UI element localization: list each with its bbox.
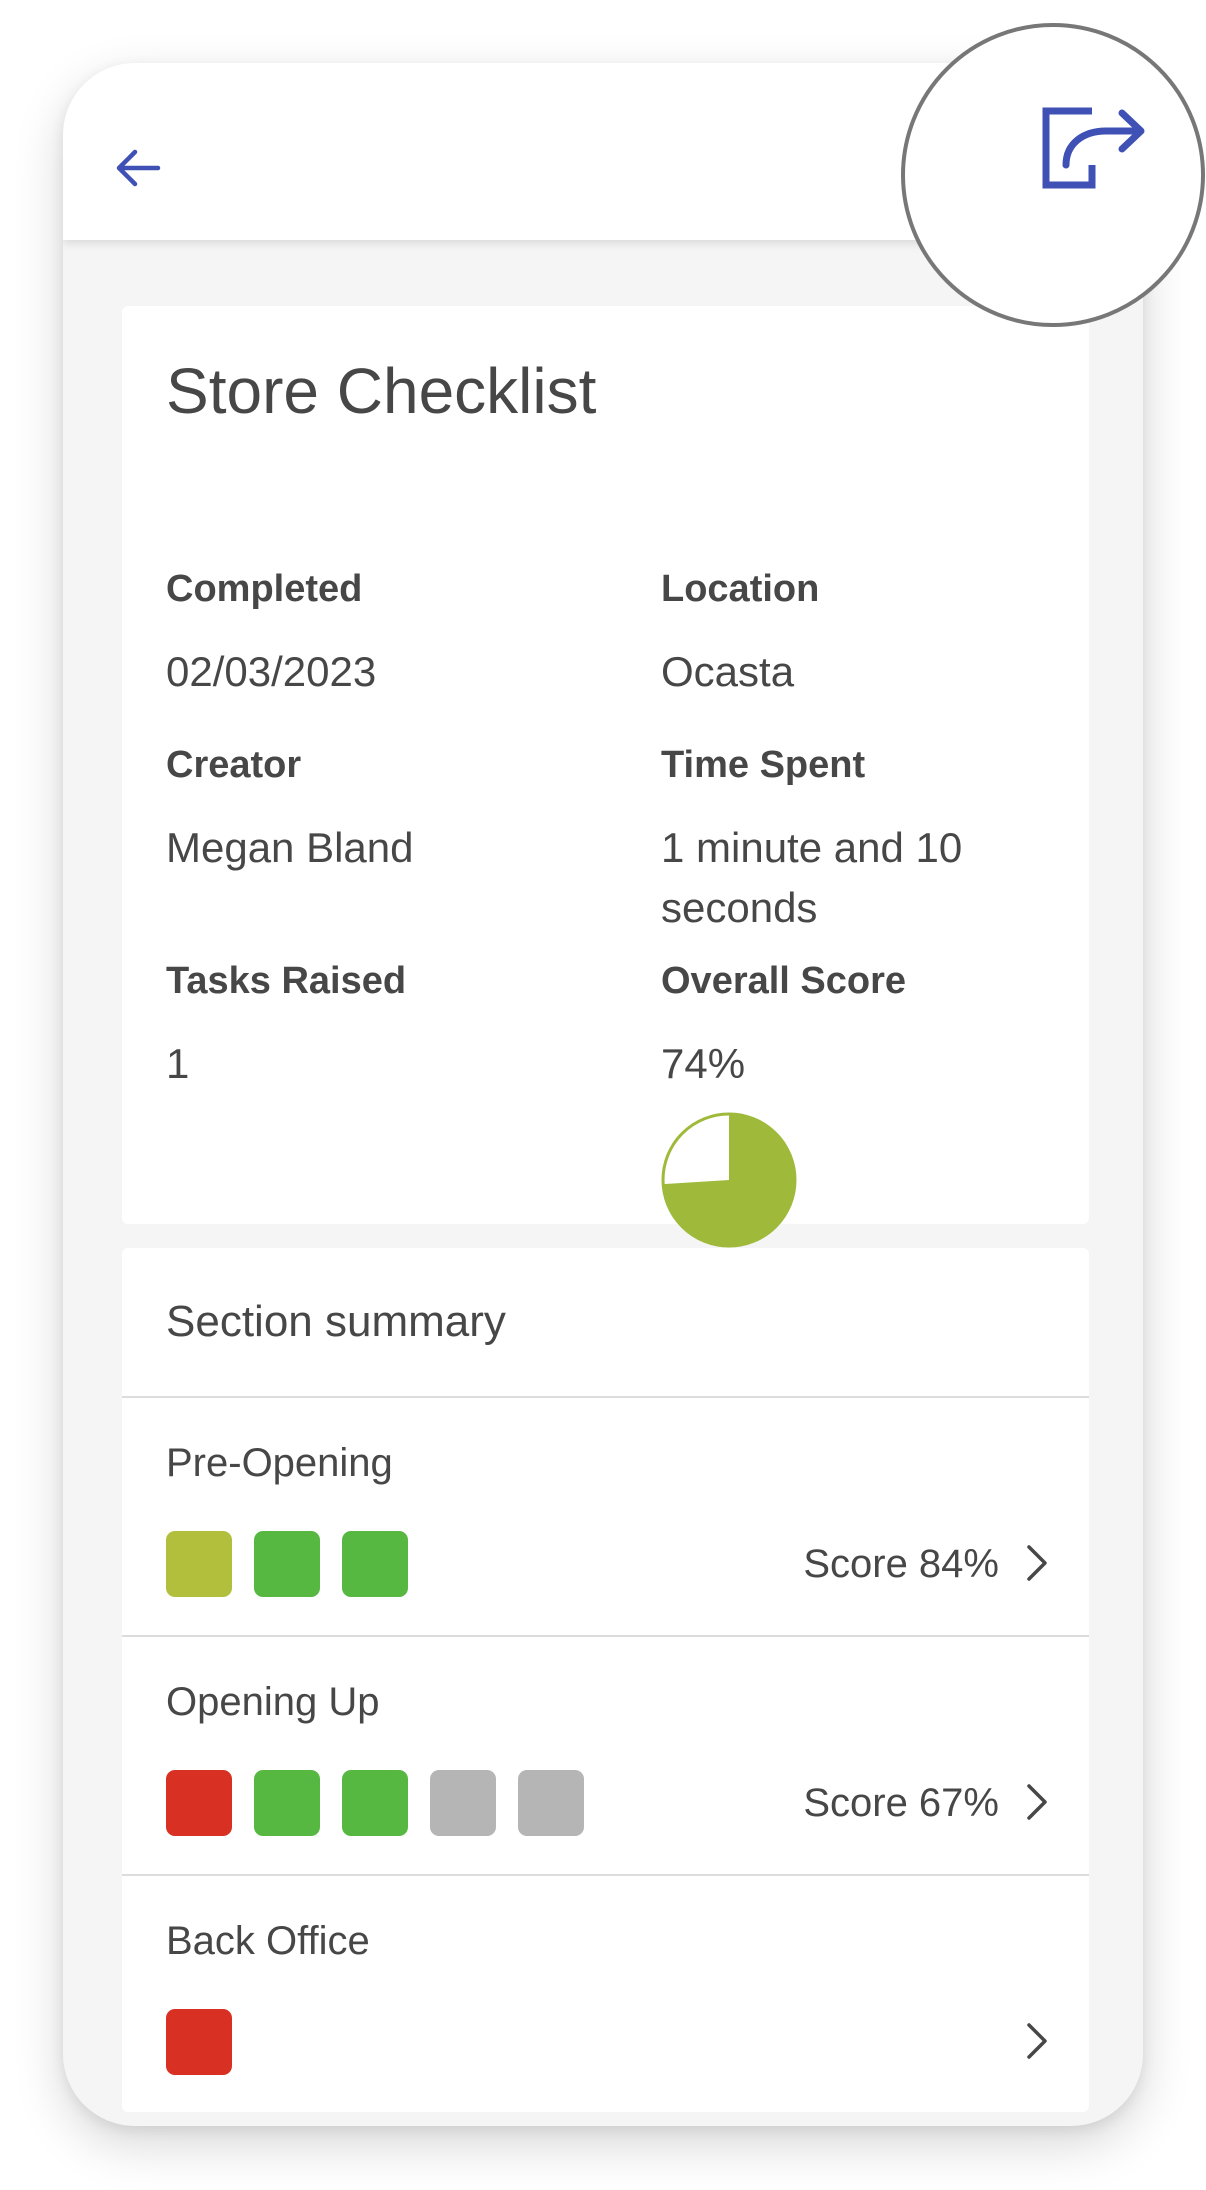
result-square [518,1770,584,1836]
location-label: Location [661,568,820,610]
location-field: Location Ocasta [661,564,1091,702]
section-score: Score 67% [803,1781,999,1825]
export-button-zoom-highlight[interactable] [901,23,1205,327]
section-summary-card: Section summary Pre-Opening Score 84% Op… [122,1248,1089,2112]
time-spent-field: Time Spent 1 minute and 10 seconds [661,740,1061,938]
result-square [166,2009,232,2075]
export-share-icon [1042,107,1145,189]
section-summary-header: Section summary [122,1248,1089,1398]
result-square [430,1770,496,1836]
completed-value: 02/03/2023 [166,648,377,695]
section-name: Back Office [166,1919,370,1963]
tasks-raised-field: Tasks Raised 1 [166,956,596,1094]
section-row-pre-opening[interactable]: Pre-Opening Score 84% [122,1398,1089,1637]
result-square [254,1770,320,1836]
section-row-back-office[interactable]: Back Office [122,1876,1089,2112]
result-square [166,1770,232,1836]
section-result-squares [166,1531,408,1597]
location-value: Ocasta [661,648,795,695]
result-square [342,1531,408,1597]
section-name: Pre-Opening [166,1441,393,1485]
overall-score-value: 74% [661,1040,746,1087]
tasks-raised-value: 1 [166,1040,190,1087]
chevron-right-icon [1027,1545,1047,1581]
creator-label: Creator [166,744,302,786]
overall-score-field: Overall Score 74% [661,956,1091,1094]
chevron-right-icon [1027,1784,1047,1820]
arrow-left-icon [116,149,161,187]
section-name: Opening Up [166,1680,380,1724]
page-title: Store Checklist [166,355,597,427]
overall-score-label: Overall Score [661,960,907,1002]
completed-label: Completed [166,568,363,610]
phone-frame: Store Checklist Completed 02/03/2023 Loc… [63,63,1143,2126]
section-summary-title: Section summary [166,1297,506,1346]
creator-field: Creator Megan Bland [166,740,596,878]
section-result-squares [166,1770,584,1836]
tasks-raised-label: Tasks Raised [166,960,407,1002]
back-button[interactable] [103,133,173,203]
creator-value: Megan Bland [166,824,414,871]
section-result-squares [166,2009,232,2075]
result-square [166,1531,232,1597]
completed-field: Completed 02/03/2023 [166,564,596,702]
score-pie-chart [661,1112,797,1248]
chevron-right-icon [1027,2023,1047,2059]
checklist-info-card: Store Checklist Completed 02/03/2023 Loc… [122,306,1091,1248]
result-square [342,1770,408,1836]
section-row-opening-up[interactable]: Opening Up Score 67% [122,1637,1089,1876]
time-spent-label: Time Spent [661,744,866,786]
result-square [254,1531,320,1597]
section-score: Score 84% [803,1542,999,1586]
time-spent-value: 1 minute and 10 seconds [661,824,963,931]
